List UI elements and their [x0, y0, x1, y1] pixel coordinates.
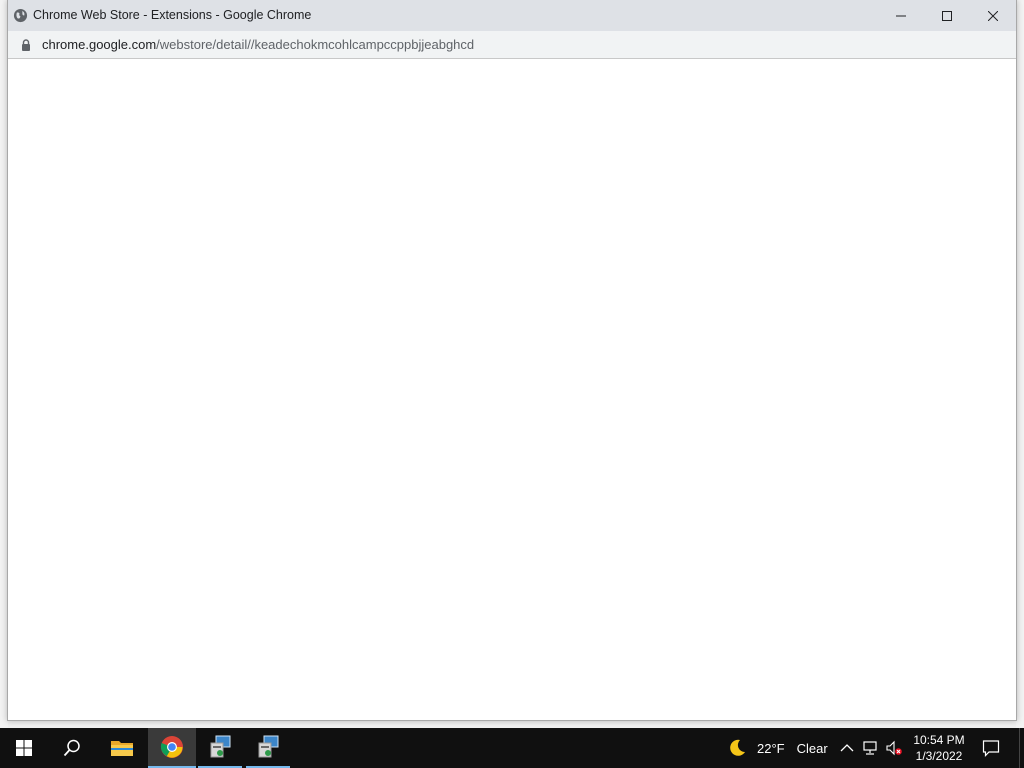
network-icon[interactable]	[862, 740, 878, 756]
show-desktop-button[interactable]	[1019, 728, 1024, 768]
url-host: chrome.google.com	[42, 37, 157, 52]
search-button[interactable]	[48, 728, 96, 768]
installer-icon	[258, 735, 279, 758]
clock-time: 10:54 PM	[913, 733, 965, 747]
system-clock[interactable]: 10:54 PM 1/3/2022	[906, 732, 972, 764]
volume-muted-icon[interactable]	[886, 740, 902, 756]
clock-date: 1/3/2022	[915, 749, 963, 763]
weather-widget[interactable]: 22°F Clear	[727, 728, 828, 768]
url-path: /webstore/detail//keadechokmcohlcampccpp…	[156, 37, 475, 52]
taskbar-file-explorer[interactable]	[98, 728, 146, 768]
weather-temperature: 22°F	[757, 740, 785, 756]
installer-icon	[210, 735, 231, 758]
url-text[interactable]: chrome.google.com/webstore/detail//keade…	[42, 37, 474, 52]
taskbar-installer-1[interactable]	[198, 728, 242, 768]
windows-logo-icon	[16, 740, 32, 756]
taskbar-installer-2[interactable]	[246, 728, 290, 768]
address-bar[interactable]: chrome.google.com/webstore/detail//keade…	[8, 31, 1016, 59]
folder-icon	[111, 741, 133, 756]
chevron-up-icon[interactable]	[839, 740, 855, 756]
maximize-icon	[942, 10, 952, 21]
globe-icon	[13, 8, 28, 23]
title-bar[interactable]: Chrome Web Store - Extensions - Google C…	[8, 0, 1016, 31]
start-button[interactable]	[0, 728, 48, 768]
chrome-window: Chrome Web Store - Extensions - Google C…	[7, 0, 1017, 721]
maximize-button[interactable]	[924, 0, 970, 31]
moon-icon	[730, 739, 745, 756]
lock-icon[interactable]	[21, 39, 31, 51]
minimize-icon	[896, 15, 906, 16]
weather-condition: Clear	[796, 740, 828, 756]
desktop-background-right	[1016, 0, 1024, 728]
page-content	[8, 60, 1016, 720]
window-title: Chrome Web Store - Extensions - Google C…	[33, 8, 312, 22]
search-icon	[63, 739, 80, 757]
close-icon	[988, 10, 998, 21]
taskbar: 22°F Clear 10:54 PM 1/3/2022	[0, 728, 1024, 768]
chrome-icon	[160, 736, 183, 758]
notification-icon[interactable]	[982, 739, 1000, 757]
close-button[interactable]	[970, 0, 1016, 31]
minimize-button[interactable]	[878, 0, 924, 31]
taskbar-chrome[interactable]	[148, 728, 196, 768]
